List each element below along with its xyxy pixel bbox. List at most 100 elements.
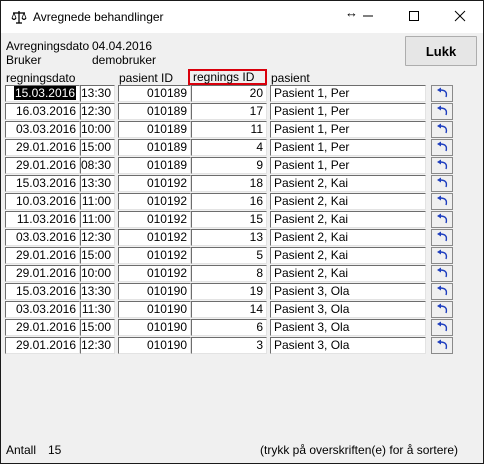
date-cell[interactable]: 29.01.2016 (5, 337, 80, 354)
date-cell[interactable]: 15.03.2016 (5, 85, 80, 102)
time-cell[interactable]: 12:30 (80, 337, 115, 354)
patient-cell[interactable]: Pasient 2, Kai (270, 247, 426, 264)
date-cell[interactable]: 03.03.2016 (5, 301, 80, 318)
date-cell[interactable]: 16.03.2016 (5, 103, 80, 120)
invoice-id-cell[interactable]: 9 (191, 157, 267, 174)
time-cell[interactable]: 13:30 (80, 175, 115, 192)
invoice-id-cell[interactable]: 6 (191, 319, 267, 336)
patient-id-cell[interactable]: 010189 (118, 121, 191, 138)
date-cell[interactable]: 11.03.2016 (5, 211, 80, 228)
invoice-id-cell[interactable]: 5 (191, 247, 267, 264)
date-cell[interactable]: 29.01.2016 (5, 265, 80, 282)
undo-button[interactable] (431, 175, 453, 192)
date-cell[interactable]: 03.03.2016 (5, 121, 80, 138)
close-button[interactable]: Lukk (405, 36, 477, 66)
time-cell[interactable]: 08:30 (80, 157, 115, 174)
patient-cell[interactable]: Pasient 2, Kai (270, 175, 426, 192)
patient-id-cell[interactable]: 010190 (118, 337, 191, 354)
undo-button[interactable] (431, 103, 453, 120)
close-window-button[interactable] (437, 1, 483, 33)
undo-button[interactable] (431, 121, 453, 138)
invoice-id-cell[interactable]: 8 (191, 265, 267, 282)
patient-id-cell[interactable]: 010190 (118, 319, 191, 336)
patient-cell[interactable]: Pasient 1, Per (270, 157, 426, 174)
patient-cell[interactable]: Pasient 2, Kai (270, 265, 426, 282)
undo-button[interactable] (431, 211, 453, 228)
patient-id-cell[interactable]: 010192 (118, 175, 191, 192)
invoice-id-cell[interactable]: 14 (191, 301, 267, 318)
patient-id-cell[interactable]: 010192 (118, 229, 191, 246)
time-cell[interactable]: 11:00 (80, 211, 115, 228)
time-cell[interactable]: 15:00 (80, 139, 115, 156)
undo-button[interactable] (431, 337, 453, 354)
patient-cell[interactable]: Pasient 3, Ola (270, 301, 426, 318)
date-cell[interactable]: 29.01.2016 (5, 247, 80, 264)
invoice-id-cell[interactable]: 13 (191, 229, 267, 246)
undo-button[interactable] (431, 283, 453, 300)
invoice-id-cell[interactable]: 19 (191, 283, 267, 300)
patient-id-cell[interactable]: 010192 (118, 193, 191, 210)
undo-button[interactable] (431, 193, 453, 210)
time-cell[interactable]: 10:00 (80, 265, 115, 282)
invoice-id-cell[interactable]: 17 (191, 103, 267, 120)
patient-cell[interactable]: Pasient 1, Per (270, 85, 426, 102)
patient-cell[interactable]: Pasient 1, Per (270, 121, 426, 138)
time-cell[interactable]: 13:30 (80, 85, 115, 102)
invoice-id-cell[interactable]: 20 (191, 85, 267, 102)
patient-id-cell[interactable]: 010190 (118, 283, 191, 300)
invoice-id-cell[interactable]: 18 (191, 175, 267, 192)
patient-cell[interactable]: Pasient 2, Kai (270, 229, 426, 246)
invoice-id-cell[interactable]: 3 (191, 337, 267, 354)
invoice-id-cell[interactable]: 16 (191, 193, 267, 210)
column-header-date[interactable]: regningsdato (6, 71, 75, 85)
table-row: 29.01.2016 10:00 010192 8 Pasient 2, Kai (1, 265, 483, 283)
date-cell[interactable]: 15.03.2016 (5, 283, 80, 300)
time-cell[interactable]: 13:30 (80, 283, 115, 300)
patient-cell[interactable]: Pasient 1, Per (270, 139, 426, 156)
patient-id-cell[interactable]: 010189 (118, 139, 191, 156)
undo-button[interactable] (431, 301, 453, 318)
date-cell[interactable]: 29.01.2016 (5, 157, 80, 174)
patient-id-cell[interactable]: 010189 (118, 103, 191, 120)
patient-id-cell[interactable]: 010189 (118, 85, 191, 102)
undo-button[interactable] (431, 247, 453, 264)
time-cell[interactable]: 12:30 (80, 103, 115, 120)
invoice-id-cell[interactable]: 11 (191, 121, 267, 138)
undo-button[interactable] (431, 229, 453, 246)
time-cell[interactable]: 15:00 (80, 319, 115, 336)
date-cell[interactable]: 29.01.2016 (5, 139, 80, 156)
invoice-id-cell[interactable]: 15 (191, 211, 267, 228)
undo-button[interactable] (431, 319, 453, 336)
time-cell[interactable]: 15:00 (80, 247, 115, 264)
undo-button[interactable] (431, 265, 453, 282)
date-cell[interactable]: 15.03.2016 (5, 175, 80, 192)
patient-cell[interactable]: Pasient 3, Ola (270, 319, 426, 336)
patient-cell[interactable]: Pasient 2, Kai (270, 211, 426, 228)
undo-button[interactable] (431, 85, 453, 102)
undo-button[interactable] (431, 139, 453, 156)
minimize-button[interactable] (345, 1, 391, 33)
undo-arrow-icon (435, 176, 449, 191)
time-cell[interactable]: 11:30 (80, 301, 115, 318)
patient-cell[interactable]: Pasient 1, Per (270, 103, 426, 120)
column-header-patient[interactable]: pasient (271, 71, 310, 85)
patient-id-cell[interactable]: 010192 (118, 265, 191, 282)
patient-id-cell[interactable]: 010192 (118, 247, 191, 264)
column-header-patient-id[interactable]: pasient ID (119, 71, 173, 85)
patient-id-cell[interactable]: 010189 (118, 157, 191, 174)
date-cell[interactable]: 10.03.2016 (5, 193, 80, 210)
patient-cell[interactable]: Pasient 3, Ola (270, 283, 426, 300)
date-cell[interactable]: 29.01.2016 (5, 319, 80, 336)
column-header-invoice-id[interactable]: regnings ID (188, 69, 267, 85)
patient-id-cell[interactable]: 010190 (118, 301, 191, 318)
time-cell[interactable]: 11:00 (80, 193, 115, 210)
patient-cell[interactable]: Pasient 2, Kai (270, 193, 426, 210)
time-cell[interactable]: 10:00 (80, 121, 115, 138)
patient-id-cell[interactable]: 010192 (118, 211, 191, 228)
time-cell[interactable]: 12:30 (80, 229, 115, 246)
undo-button[interactable] (431, 157, 453, 174)
maximize-button[interactable] (391, 1, 437, 33)
patient-cell[interactable]: Pasient 3, Ola (270, 337, 426, 354)
date-cell[interactable]: 03.03.2016 (5, 229, 80, 246)
invoice-id-cell[interactable]: 4 (191, 139, 267, 156)
